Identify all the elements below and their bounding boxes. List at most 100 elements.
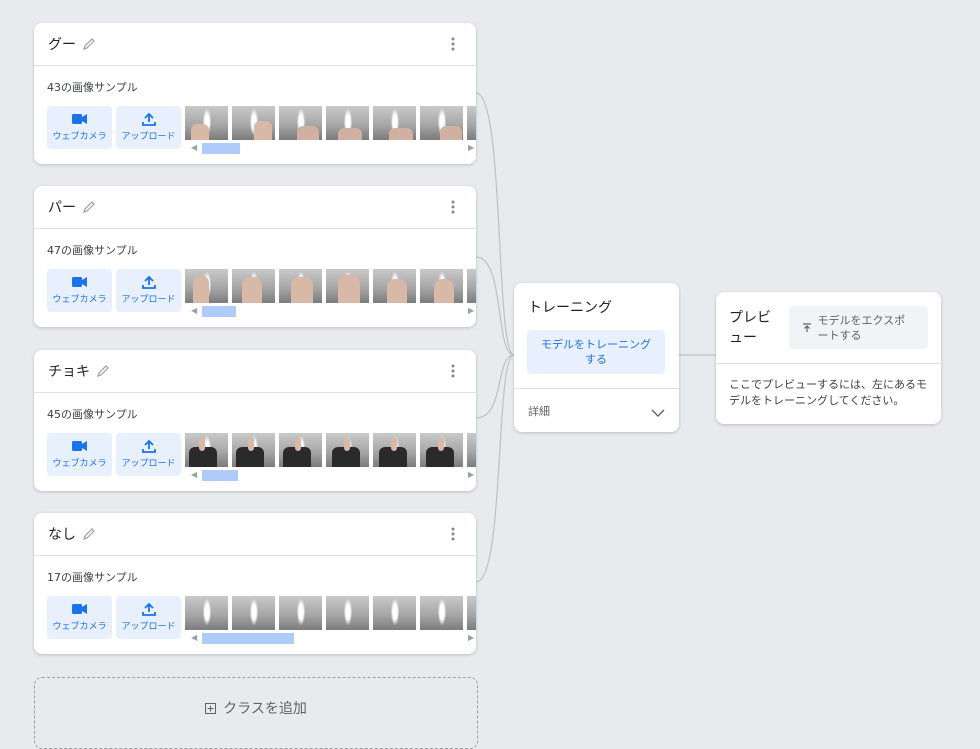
- upload-button[interactable]: アップロード: [116, 269, 181, 312]
- scrollbar-thumb[interactable]: [202, 306, 236, 317]
- webcam-label: ウェブカメラ: [52, 295, 107, 305]
- sample-thumbnail[interactable]: [185, 106, 228, 140]
- sample-thumbnail[interactable]: [420, 269, 463, 303]
- sample-thumbnail[interactable]: [373, 106, 416, 140]
- class-name[interactable]: チョキ: [48, 361, 90, 381]
- preview-message: ここでプレビューするには、左にあるモデルをトレーニングしてください。: [729, 378, 927, 407]
- sample-thumbnail[interactable]: [232, 596, 275, 630]
- webcam-label: ウェブカメラ: [52, 459, 107, 469]
- sample-thumbnail[interactable]: [326, 106, 369, 140]
- upload-icon: [141, 276, 157, 290]
- scrollbar-thumb[interactable]: [202, 470, 238, 481]
- sample-thumbnail[interactable]: [467, 596, 476, 630]
- video-camera-icon: [71, 440, 88, 454]
- scroll-right-icon[interactable]: ▶: [468, 470, 474, 479]
- sample-thumbnail[interactable]: [279, 269, 322, 303]
- scroll-left-icon[interactable]: ◀: [191, 633, 197, 642]
- edit-pencil-icon[interactable]: [82, 37, 96, 51]
- sample-thumbnail[interactable]: [326, 596, 369, 630]
- sample-count: 47の画像サンプル: [47, 244, 138, 257]
- upload-icon: [141, 603, 157, 617]
- scroll-left-icon[interactable]: ◀: [191, 143, 197, 152]
- class-card: チョキ 45の画像サンプル ウェブカメラ アップロード ◀ ▶: [34, 350, 476, 491]
- scrollbar-thumb[interactable]: [202, 143, 240, 154]
- sample-thumbnail[interactable]: [467, 106, 476, 140]
- class-card-header: グー: [34, 23, 476, 66]
- class-name[interactable]: なし: [48, 524, 76, 544]
- upload-label: アップロード: [121, 132, 176, 142]
- divider: [514, 388, 679, 389]
- train-model-button[interactable]: モデルをトレーニングする: [527, 330, 665, 374]
- sample-thumbnail[interactable]: [232, 433, 275, 467]
- add-class-button[interactable]: クラスを追加: [34, 677, 478, 749]
- sample-thumbnail[interactable]: [185, 269, 228, 303]
- class-card: グー 43の画像サンプル ウェブカメラ アップロード ◀ ▶: [34, 23, 476, 164]
- sample-count: 45の画像サンプル: [47, 408, 138, 421]
- sample-thumbnail[interactable]: [420, 433, 463, 467]
- more-options-icon[interactable]: [444, 525, 462, 543]
- training-panel: トレーニング モデルをトレーニングする 詳細: [514, 283, 679, 432]
- thumbnail-scrollbar[interactable]: ◀ ▶: [185, 631, 476, 644]
- details-label[interactable]: 詳細: [528, 403, 550, 419]
- edit-pencil-icon[interactable]: [96, 364, 110, 378]
- sample-thumbnail[interactable]: [185, 433, 228, 467]
- more-options-icon[interactable]: [444, 198, 462, 216]
- export-model-button[interactable]: モデルをエクスポートする: [789, 306, 928, 349]
- thumbnail-scrollbar[interactable]: ◀ ▶: [185, 468, 476, 481]
- scroll-right-icon[interactable]: ▶: [468, 633, 474, 642]
- sample-thumbnail[interactable]: [467, 433, 476, 467]
- sample-thumbnail[interactable]: [420, 596, 463, 630]
- thumbnail-strip[interactable]: [185, 596, 476, 630]
- scroll-right-icon[interactable]: ▶: [468, 306, 474, 315]
- scroll-left-icon[interactable]: ◀: [191, 306, 197, 315]
- sample-thumbnail[interactable]: [467, 269, 476, 303]
- thumbnail-strip[interactable]: [185, 106, 476, 140]
- video-camera-icon: [71, 603, 88, 617]
- scroll-right-icon[interactable]: ▶: [468, 143, 474, 152]
- upload-icon: [141, 440, 157, 454]
- scrollbar-thumb[interactable]: [202, 633, 294, 644]
- upload-label: アップロード: [121, 622, 176, 632]
- sample-thumbnail[interactable]: [326, 269, 369, 303]
- sample-thumbnail[interactable]: [373, 269, 416, 303]
- sample-thumbnail[interactable]: [279, 106, 322, 140]
- edit-pencil-icon[interactable]: [82, 200, 96, 214]
- sample-thumbnail[interactable]: [232, 106, 275, 140]
- add-class-content: クラスを追加: [35, 698, 477, 718]
- sample-thumbnail[interactable]: [279, 596, 322, 630]
- upload-label: アップロード: [121, 459, 176, 469]
- sample-thumbnail[interactable]: [373, 596, 416, 630]
- more-options-icon[interactable]: [444, 362, 462, 380]
- sample-thumbnail[interactable]: [232, 269, 275, 303]
- train-model-label: モデルをトレーニングする: [541, 338, 651, 366]
- chevron-down-icon[interactable]: [651, 403, 665, 417]
- thumbnail-strip[interactable]: [185, 433, 476, 467]
- thumbnail-strip[interactable]: [185, 269, 476, 303]
- sample-count: 17の画像サンプル: [47, 571, 138, 584]
- class-card-header: なし: [34, 513, 476, 556]
- thumbnail-scrollbar[interactable]: ◀ ▶: [185, 304, 476, 317]
- class-name[interactable]: グー: [48, 34, 76, 54]
- sample-thumbnail[interactable]: [279, 433, 322, 467]
- sample-thumbnail[interactable]: [420, 106, 463, 140]
- scroll-left-icon[interactable]: ◀: [191, 470, 197, 479]
- more-options-icon[interactable]: [444, 35, 462, 53]
- sample-thumbnail[interactable]: [373, 433, 416, 467]
- edit-pencil-icon[interactable]: [82, 527, 96, 541]
- webcam-button[interactable]: ウェブカメラ: [47, 596, 112, 639]
- upload-button[interactable]: アップロード: [116, 433, 181, 476]
- sample-thumbnail[interactable]: [326, 433, 369, 467]
- webcam-button[interactable]: ウェブカメラ: [47, 106, 112, 149]
- video-camera-icon: [71, 276, 88, 290]
- webcam-button[interactable]: ウェブカメラ: [47, 269, 112, 312]
- upload-icon: [141, 113, 157, 127]
- class-card-header: パー: [34, 186, 476, 229]
- sample-thumbnail[interactable]: [185, 596, 228, 630]
- class-name[interactable]: パー: [48, 197, 76, 217]
- thumbnail-scrollbar[interactable]: ◀ ▶: [185, 141, 476, 154]
- upload-button[interactable]: アップロード: [116, 596, 181, 639]
- class-card: なし 17の画像サンプル ウェブカメラ アップロード ◀ ▶: [34, 513, 476, 654]
- upload-button[interactable]: アップロード: [116, 106, 181, 149]
- training-title: トレーニング: [528, 300, 612, 316]
- webcam-button[interactable]: ウェブカメラ: [47, 433, 112, 476]
